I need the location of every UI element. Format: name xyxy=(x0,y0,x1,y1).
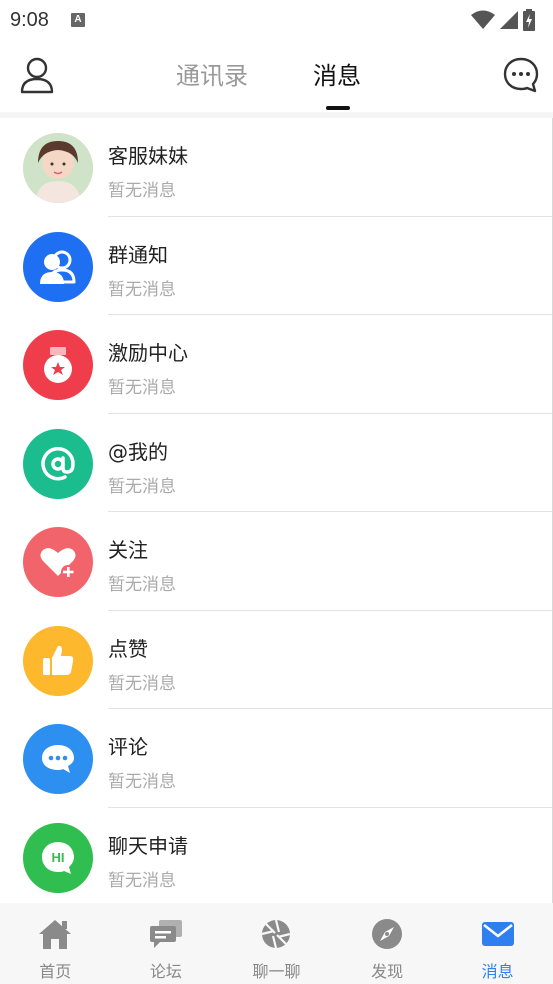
wifi-icon xyxy=(471,10,495,29)
forum-icon xyxy=(148,917,184,951)
bottom-nav: 首页 论坛 聊一聊 发现 消息 xyxy=(0,903,553,984)
item-subtitle: 暂无消息 xyxy=(108,378,176,398)
list-item[interactable]: HI 聊天申请 暂无消息 xyxy=(0,808,552,904)
nav-home[interactable]: 首页 xyxy=(0,903,111,984)
item-title: 点赞 xyxy=(108,636,148,661)
nav-chat[interactable]: 聊一聊 xyxy=(221,903,332,984)
nav-forum[interactable]: 论坛 xyxy=(111,903,222,984)
item-title: 激励中心 xyxy=(108,341,188,365)
header: 通讯录 消息 xyxy=(0,40,553,112)
item-subtitle: 暂无消息 xyxy=(108,772,176,792)
list-item[interactable]: @我的 暂无消息 xyxy=(0,414,552,512)
list-item[interactable]: 关注 暂无消息 xyxy=(0,512,552,611)
status-indicators xyxy=(471,9,543,31)
hi-bubble-icon: HI xyxy=(23,822,93,893)
item-subtitle: 暂无消息 xyxy=(108,870,176,891)
chat-bubble-icon[interactable] xyxy=(502,56,540,94)
nav-label: 聊一聊 xyxy=(252,962,301,981)
battery-icon xyxy=(523,9,535,31)
notification-icon: A xyxy=(70,13,85,27)
nav-label: 消息 xyxy=(481,962,514,981)
nav-discover[interactable]: 发现 xyxy=(332,903,443,984)
mail-icon xyxy=(480,917,516,951)
home-icon xyxy=(37,917,73,951)
item-subtitle: 暂无消息 xyxy=(108,575,176,595)
item-title: @我的 xyxy=(108,439,168,464)
tab-messages[interactable]: 消息 xyxy=(313,56,361,91)
nav-label: 发现 xyxy=(371,962,404,981)
item-subtitle: 暂无消息 xyxy=(108,476,176,497)
item-title: 评论 xyxy=(108,735,148,759)
list-item[interactable]: 群通知 暂无消息 xyxy=(0,217,552,315)
status-time: 9:08 xyxy=(10,8,49,31)
item-subtitle: 暂无消息 xyxy=(108,181,176,201)
medal-icon xyxy=(23,330,93,400)
item-title: 客服妹妹 xyxy=(108,144,188,168)
message-list: 客服妹妹 暂无消息 群通知 暂无消息 激励中心 暂无消息 @我的 暂无消息 关注… xyxy=(0,118,553,903)
tab-contacts[interactable]: 通讯录 xyxy=(176,56,248,91)
item-title: 关注 xyxy=(108,538,148,562)
status-bar: 9:08 A xyxy=(0,0,553,40)
list-item[interactable]: 客服妹妹 暂无消息 xyxy=(0,118,552,217)
customer-service-avatar xyxy=(23,133,93,203)
svg-text:HI: HI xyxy=(52,850,65,865)
thumbs-up-icon xyxy=(23,625,93,696)
item-subtitle: 暂无消息 xyxy=(108,673,176,694)
item-title: 群通知 xyxy=(108,242,168,267)
user-icon[interactable] xyxy=(18,56,56,94)
group-icon xyxy=(23,231,93,302)
list-item[interactable]: 激励中心 暂无消息 xyxy=(0,315,552,414)
active-tab-indicator xyxy=(326,106,350,110)
nav-messages[interactable]: 消息 xyxy=(442,903,553,984)
nav-label: 首页 xyxy=(39,962,72,981)
item-subtitle: 暂无消息 xyxy=(108,279,176,300)
aperture-icon xyxy=(258,917,294,951)
nav-label: 论坛 xyxy=(149,962,182,981)
list-item[interactable]: 评论 暂无消息 xyxy=(0,709,552,808)
item-title: 聊天申请 xyxy=(108,833,188,858)
heart-plus-icon xyxy=(23,527,93,597)
list-item[interactable]: 点赞 暂无消息 xyxy=(0,611,552,709)
at-icon xyxy=(23,428,93,499)
comment-icon xyxy=(23,724,93,794)
signal-icon xyxy=(500,11,518,29)
compass-icon xyxy=(369,917,405,951)
